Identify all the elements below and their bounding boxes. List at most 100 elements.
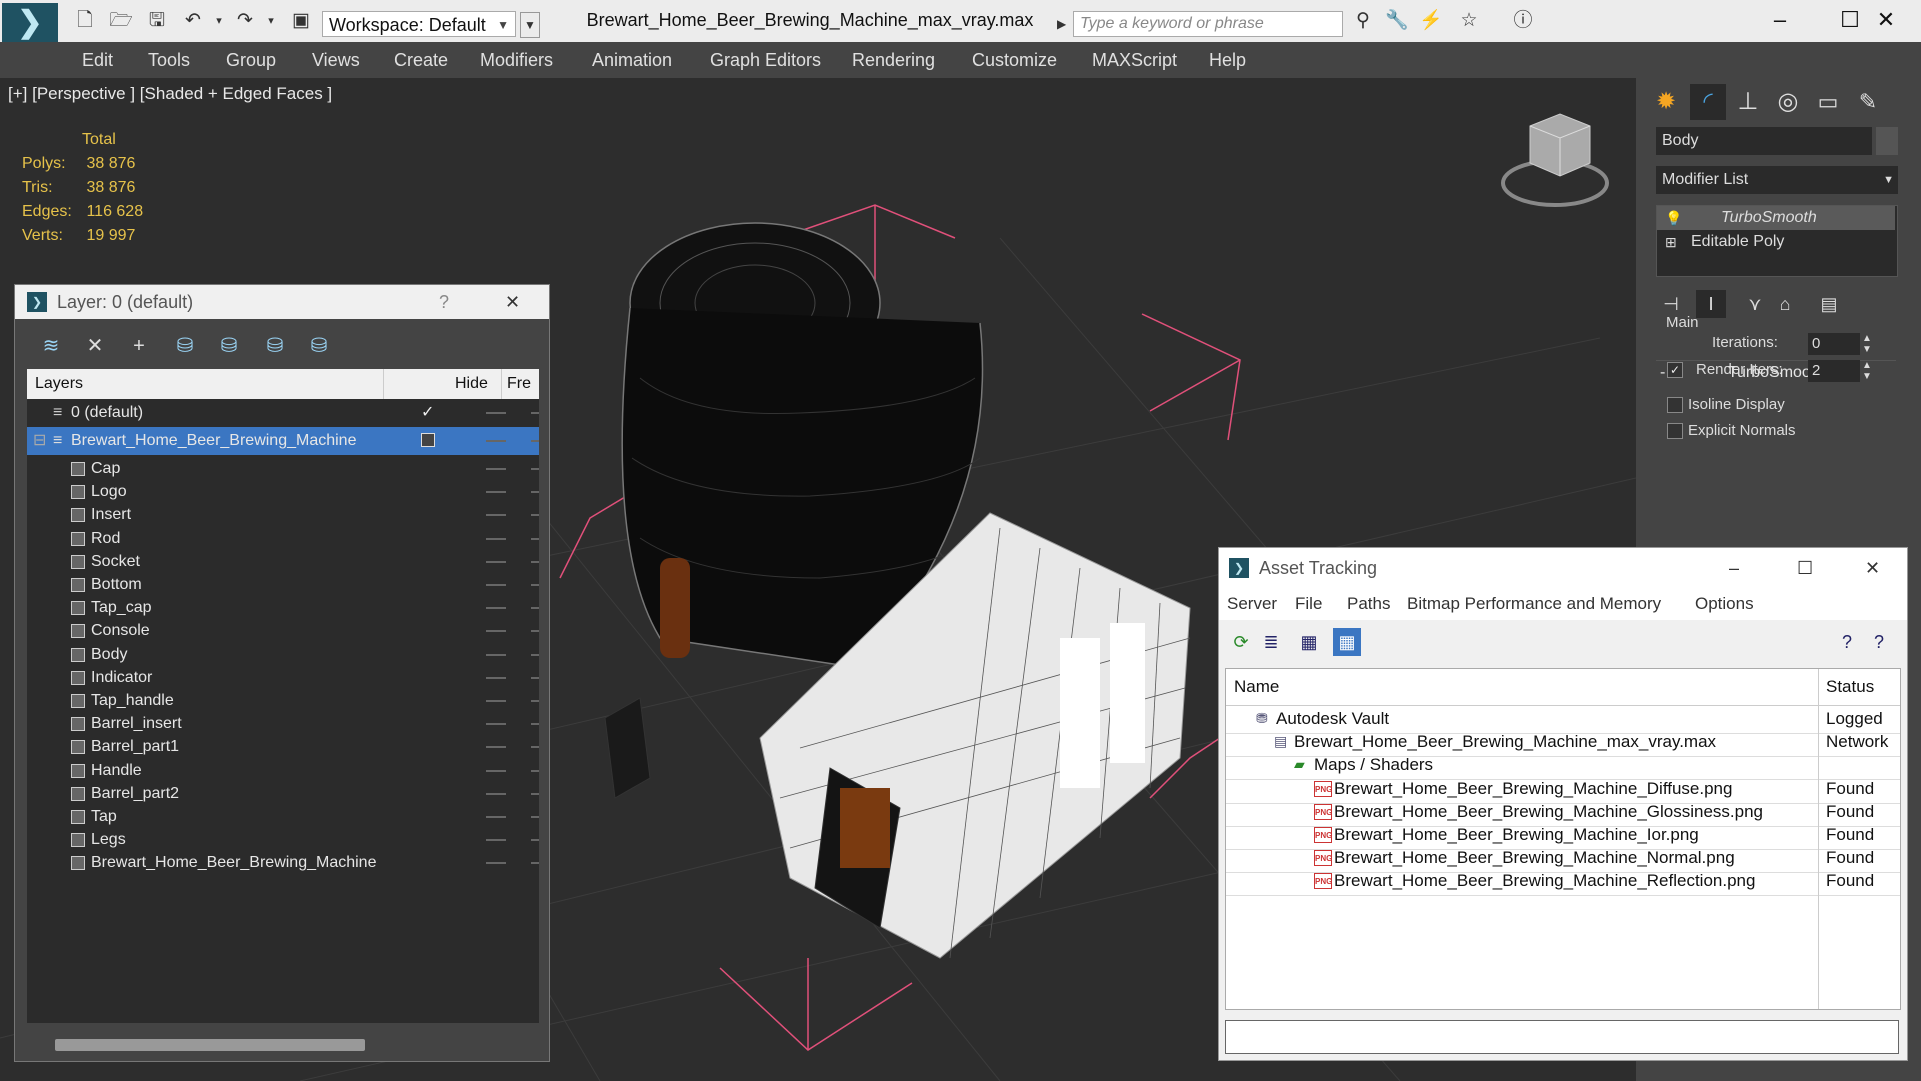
refresh-icon[interactable]: ⟳ xyxy=(1227,628,1255,656)
freeze-toggle[interactable] xyxy=(531,700,539,702)
freeze-toggle[interactable] xyxy=(531,468,539,470)
hide-toggle[interactable] xyxy=(486,630,506,633)
thumbnail-view-icon[interactable]: ▦ xyxy=(1295,628,1323,656)
freeze-toggle[interactable] xyxy=(531,792,539,795)
spinner-arrows-icon[interactable]: ▲ ▼ xyxy=(1862,360,1872,382)
menu-paths[interactable]: Paths xyxy=(1347,588,1390,620)
freeze-toggle[interactable] xyxy=(531,537,539,540)
close-icon[interactable]: ✕ xyxy=(505,285,520,319)
help-icon[interactable]: ⓘ xyxy=(1510,8,1536,34)
redo-dropdown-icon[interactable]: ▾ xyxy=(258,8,284,34)
hide-toggle[interactable] xyxy=(486,746,506,749)
object-name-field[interactable]: Body xyxy=(1656,127,1872,155)
column-status[interactable]: Status xyxy=(1826,669,1874,705)
hide-toggle[interactable] xyxy=(486,584,506,586)
render-iters-spinner[interactable]: 2 xyxy=(1808,360,1860,382)
layer-row-selected[interactable]: ⊟ ≡ Brewart_Home_Beer_Brewing_Machine xyxy=(27,427,539,455)
column-hide[interactable]: Hide xyxy=(455,369,488,399)
hide-toggle[interactable] xyxy=(486,412,506,414)
favorites-star-icon[interactable]: ☆ xyxy=(1456,8,1482,34)
freeze-toggle[interactable] xyxy=(531,412,539,414)
hide-toggle[interactable] xyxy=(486,653,506,656)
configure-modifier-sets-icon[interactable]: ▤ xyxy=(1814,290,1844,318)
freeze-toggle[interactable] xyxy=(531,746,539,749)
menu-modifiers[interactable]: Modifiers xyxy=(480,42,553,78)
key-icon[interactable]: 🔧 xyxy=(1384,8,1410,34)
hide-toggle[interactable] xyxy=(486,792,506,795)
hide-toggle[interactable] xyxy=(486,491,506,494)
asset-tracking-titlebar[interactable]: ❯ Asset Tracking – ☐ ✕ xyxy=(1219,548,1907,588)
hide-toggle[interactable] xyxy=(486,700,506,702)
hide-toggle[interactable] xyxy=(486,440,506,442)
lightbulb-icon[interactable]: 💡 xyxy=(1665,206,1682,230)
show-end-result-icon[interactable]: Ⅰ xyxy=(1696,290,1726,318)
menu-tools[interactable]: Tools xyxy=(148,42,190,78)
hide-toggle[interactable] xyxy=(486,816,506,818)
list-view-icon[interactable]: ≣ xyxy=(1257,628,1285,656)
freeze-toggle[interactable] xyxy=(531,862,539,865)
app-menu-logo-icon[interactable]: ❯ xyxy=(2,3,58,43)
hide-toggle[interactable] xyxy=(486,723,506,726)
about-icon[interactable]: ? xyxy=(1865,628,1893,656)
search-input[interactable]: Type a keyword or phrase xyxy=(1073,11,1343,37)
hide-toggle[interactable] xyxy=(486,676,506,679)
menu-create[interactable]: Create xyxy=(394,42,448,78)
freeze-toggle[interactable] xyxy=(531,560,539,563)
hide-toggle[interactable] xyxy=(486,607,506,610)
hide-toggle[interactable] xyxy=(486,769,506,772)
menu-bitmap-performance[interactable]: Bitmap Performance and Memory xyxy=(1407,588,1661,620)
highlight-layer-icon[interactable]: ⛁ xyxy=(215,333,243,359)
freeze-toggle[interactable] xyxy=(531,816,539,818)
hide-toggle[interactable] xyxy=(486,839,506,842)
expand-plus-icon[interactable]: ⊞ xyxy=(1665,230,1677,254)
project-folder-icon[interactable]: ▣ xyxy=(288,8,314,34)
freeze-toggle[interactable] xyxy=(531,676,539,679)
make-unique-icon[interactable]: ⋎ xyxy=(1740,290,1770,318)
close-icon[interactable]: ✕ xyxy=(1851,0,1921,42)
freeze-toggle[interactable] xyxy=(531,723,539,726)
freeze-toggle[interactable] xyxy=(531,839,539,842)
asset-row[interactable]: PNG Brewart_Home_Beer_Brewing_Machine_Ref… xyxy=(1226,867,1900,897)
column-name[interactable]: Name xyxy=(1234,669,1279,705)
display-tab-icon[interactable]: ▭ xyxy=(1810,84,1846,120)
save-icon[interactable]: 🖫 xyxy=(144,8,170,34)
explicit-normals-checkbox[interactable] xyxy=(1667,423,1683,439)
freeze-toggle[interactable] xyxy=(531,584,539,586)
hide-toggle[interactable] xyxy=(486,514,506,517)
freeze-toggle[interactable] xyxy=(531,607,539,610)
freeze-toggle[interactable] xyxy=(531,769,539,772)
redo-icon[interactable]: ↷ xyxy=(232,8,258,34)
menu-server[interactable]: Server xyxy=(1227,588,1277,620)
hide-all-layers-icon[interactable]: ⛁ xyxy=(261,333,289,359)
freeze-toggle[interactable] xyxy=(531,630,539,633)
isoline-display-checkbox[interactable] xyxy=(1667,397,1683,413)
layer-row-default[interactable]: ≡ 0 (default) ✓ xyxy=(27,399,539,427)
menu-graph-editors[interactable]: Graph Editors xyxy=(710,42,821,78)
hide-toggle[interactable] xyxy=(486,862,506,865)
minimize-icon[interactable]: – xyxy=(1745,0,1815,42)
collapse-minus-icon[interactable]: ⊟ xyxy=(33,427,46,455)
help-icon[interactable]: ? xyxy=(1833,628,1861,656)
freeze-toggle[interactable] xyxy=(531,440,539,442)
menu-help[interactable]: Help xyxy=(1209,42,1246,78)
undo-icon[interactable]: ↶ xyxy=(180,8,206,34)
set-current-layer-icon[interactable] xyxy=(421,433,435,447)
delete-layer-icon[interactable]: ✕ xyxy=(81,333,109,359)
viewport-label[interactable]: [+] [Perspective ] [Shaded + Edged Faces… xyxy=(8,84,332,104)
freeze-toggle[interactable] xyxy=(531,514,539,517)
create-tab-icon[interactable]: ✹ xyxy=(1648,84,1684,120)
close-icon[interactable]: ✕ xyxy=(1865,548,1880,588)
column-layers[interactable]: Layers xyxy=(35,369,83,399)
search-expand-icon[interactable]: ▶ xyxy=(1057,12,1071,36)
spinner-arrows-icon[interactable]: ▲ ▼ xyxy=(1862,333,1872,355)
communication-icon[interactable]: ⚡ xyxy=(1418,8,1444,34)
active-layer-check-icon[interactable]: ✓ xyxy=(421,399,434,427)
add-to-layer-icon[interactable]: + xyxy=(125,333,153,359)
modifier-list-dropdown[interactable]: Modifier List ▼ xyxy=(1656,166,1898,194)
menu-options[interactable]: Options xyxy=(1695,588,1754,620)
minimize-icon[interactable]: – xyxy=(1729,548,1739,588)
workspace-selector[interactable]: Workspace: Default ▼ xyxy=(322,11,516,37)
render-iters-checkbox[interactable]: ✓ xyxy=(1667,362,1683,378)
binoculars-icon[interactable]: ⚲ xyxy=(1350,8,1376,34)
utilities-tab-icon[interactable]: ✎ xyxy=(1850,84,1886,120)
